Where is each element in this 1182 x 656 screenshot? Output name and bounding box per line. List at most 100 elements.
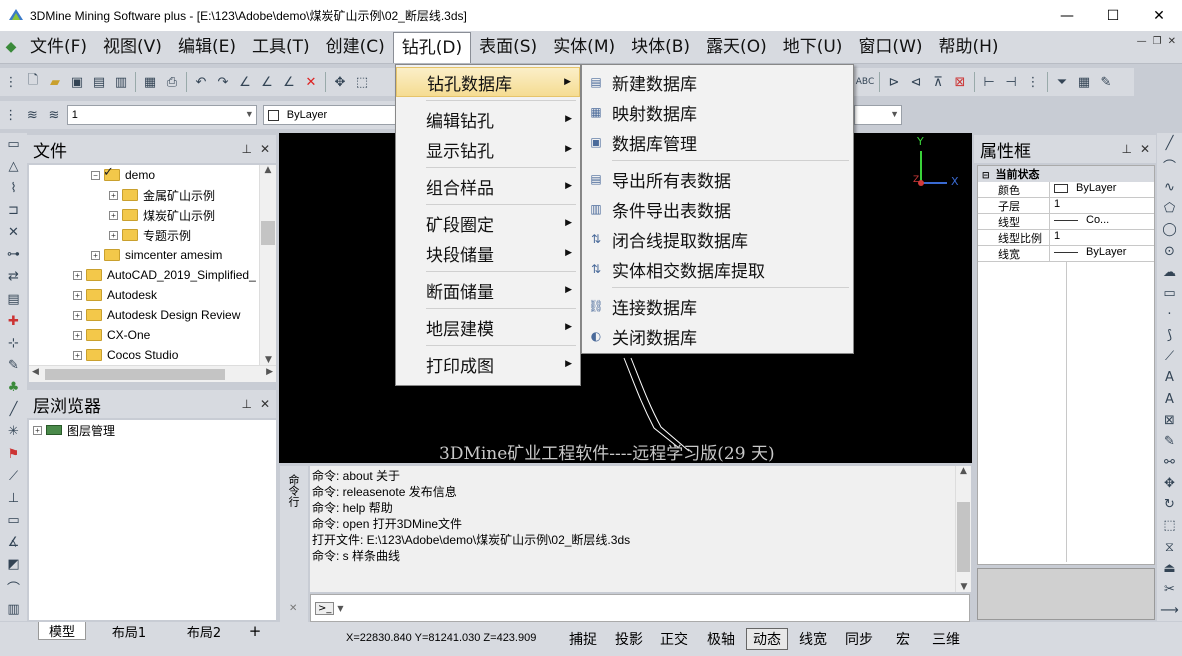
- align-left-icon[interactable]: ⊢: [979, 72, 999, 92]
- layer-select[interactable]: 1 ▼: [66, 105, 257, 125]
- save-as-icon[interactable]: ▤: [89, 72, 109, 92]
- grid-icon[interactable]: ▦: [1074, 72, 1094, 92]
- scroll-up-icon[interactable]: ▲: [260, 165, 276, 175]
- status-toggle-button[interactable]: 极轴: [701, 628, 741, 650]
- circle-icon[interactable]: ◯: [1160, 221, 1180, 238]
- align-right-icon[interactable]: ⊣: [1001, 72, 1021, 92]
- scale-icon[interactable]: ⬚: [1160, 517, 1180, 534]
- zoom-z-icon[interactable]: ∠: [279, 72, 299, 92]
- file-tree-hscrollbar[interactable]: ◀ ▶: [29, 365, 276, 382]
- rect-draw-icon[interactable]: ▭: [1160, 285, 1180, 302]
- minimize-button[interactable]: —: [1044, 0, 1090, 31]
- scroll-down-icon[interactable]: ▼: [260, 355, 277, 365]
- save-icon[interactable]: ▣: [67, 72, 87, 92]
- expand-icon[interactable]: +: [109, 190, 118, 200]
- command-close-icon[interactable]: ✕: [289, 603, 297, 614]
- tree-item[interactable]: + CX-One: [29, 325, 259, 345]
- menu-block[interactable]: 块体(B): [623, 32, 698, 63]
- collapse-icon[interactable]: −: [91, 170, 100, 180]
- drill-menu-item[interactable]: 组合样品 ▶: [396, 171, 580, 201]
- tree-item[interactable]: + simcenter amesim: [29, 245, 259, 265]
- menu-drill[interactable]: 钻孔(D): [392, 31, 472, 63]
- panel-close-icon[interactable]: ✕: [1140, 142, 1150, 156]
- property-value[interactable]: ByLayer: [1050, 246, 1154, 261]
- menu-edit[interactable]: 编辑(E): [170, 32, 244, 63]
- property-value[interactable]: 1: [1050, 230, 1154, 245]
- tree-item[interactable]: + AutoCAD_2019_Simplified_: [29, 265, 259, 285]
- scroll-down-icon[interactable]: ▼: [956, 582, 972, 592]
- file-tree-scrollbar[interactable]: ▲ ▼: [259, 165, 276, 365]
- ellipse-icon[interactable]: ⊙: [1160, 243, 1180, 260]
- hatch-icon[interactable]: ⊠: [1160, 412, 1180, 429]
- maximize-button[interactable]: ☐: [1090, 0, 1136, 31]
- pin-icon[interactable]: ⊥: [241, 142, 251, 156]
- drill-menu-item[interactable]: 打印成图 ▶: [396, 349, 580, 379]
- brush-icon[interactable]: ✎: [1096, 72, 1116, 92]
- rotate-icon[interactable]: ↻: [1160, 496, 1180, 513]
- db-submenu-item[interactable]: ⛓ 连接数据库: [582, 291, 853, 321]
- expand-icon[interactable]: +: [73, 270, 82, 280]
- nodes-icon[interactable]: ⚯: [1160, 454, 1180, 471]
- table-icon[interactable]: ▤: [4, 290, 24, 308]
- tree-item[interactable]: + 金属矿山示例: [29, 185, 259, 205]
- property-row[interactable]: 子层 1: [978, 198, 1154, 214]
- expand-icon[interactable]: +: [33, 425, 42, 435]
- print-icon[interactable]: ⎙: [162, 72, 182, 92]
- tree-item[interactable]: + 煤炭矿山示例: [29, 205, 259, 225]
- menu-file[interactable]: 文件(F): [22, 32, 95, 63]
- mirror-tool-icon[interactable]: ⧖: [1160, 539, 1180, 556]
- scroll-left-icon[interactable]: ◀: [32, 367, 39, 377]
- angle-icon[interactable]: ∡: [4, 534, 24, 552]
- scroll-up-icon[interactable]: ▲: [956, 466, 971, 476]
- save-all-icon[interactable]: ▥: [111, 72, 131, 92]
- status-toggle-button[interactable]: 动态: [746, 628, 788, 650]
- cross-icon[interactable]: ✕: [4, 224, 24, 242]
- arrows-icon[interactable]: ⇄: [4, 268, 24, 286]
- measure-icon[interactable]: ⊥: [4, 489, 24, 507]
- add-tab-icon[interactable]: +: [246, 622, 264, 640]
- section-icon[interactable]: ▥: [4, 601, 24, 619]
- menu-underground[interactable]: 地下(U): [775, 32, 851, 63]
- offset-icon[interactable]: ⊐: [4, 201, 24, 219]
- redo-icon[interactable]: ↷: [213, 72, 233, 92]
- move-icon[interactable]: ✥: [1160, 475, 1180, 492]
- layer-stack-icon[interactable]: ≋: [44, 105, 64, 125]
- profile-icon[interactable]: ⌒: [4, 578, 24, 597]
- db-submenu-item[interactable]: ▥ 条件导出表数据: [582, 194, 853, 224]
- spline-icon[interactable]: ∿: [1160, 179, 1180, 196]
- command-input[interactable]: >_ ▼: [310, 594, 970, 622]
- trim-tool-icon[interactable]: ✂: [1160, 581, 1180, 598]
- status-toggle-button[interactable]: 捕捉: [562, 628, 604, 650]
- fill-icon[interactable]: ◩: [4, 556, 24, 574]
- slope-icon[interactable]: ⟋: [4, 467, 24, 485]
- zoom-window-icon[interactable]: ⬚: [352, 72, 372, 92]
- expand-icon[interactable]: +: [73, 290, 82, 300]
- marker-icon[interactable]: ✚: [4, 312, 24, 330]
- color-select[interactable]: ByLayer: [262, 105, 400, 125]
- linetype-select-tail[interactable]: ▼: [854, 105, 902, 125]
- trim-icon[interactable]: ⊼: [928, 72, 948, 92]
- drill-menu-item[interactable]: 地层建模 ▶: [396, 312, 580, 342]
- cloud-icon[interactable]: ☁: [1160, 264, 1180, 281]
- drill-menu-item[interactable]: 矿段圈定 ▶: [396, 208, 580, 238]
- drill-menu-item[interactable]: 编辑钻孔 ▶: [396, 104, 580, 134]
- status-toggle-button[interactable]: 线宽: [793, 628, 833, 650]
- property-value[interactable]: ByLayer: [1050, 182, 1154, 197]
- point-icon[interactable]: ·: [1160, 306, 1180, 323]
- ruler-icon[interactable]: ⊶: [4, 246, 24, 264]
- db-submenu-item[interactable]: ▦ 映射数据库: [582, 97, 853, 127]
- db-submenu-item[interactable]: ⇅ 实体相交数据库提取: [582, 254, 853, 284]
- status-toggle-button[interactable]: 正交: [654, 628, 694, 650]
- node-icon[interactable]: ⊹: [4, 334, 24, 352]
- pin-icon[interactable]: ⊥: [1121, 142, 1131, 156]
- hscroll-thumb[interactable]: [45, 369, 225, 380]
- zoom-y-icon[interactable]: ∠: [257, 72, 277, 92]
- array-icon[interactable]: ⏏: [1160, 560, 1180, 577]
- zoom-x-icon[interactable]: ∠: [235, 72, 255, 92]
- db-submenu-item[interactable]: ▤ 导出所有表数据: [582, 164, 853, 194]
- tree-item[interactable]: + Cocos Studio: [29, 345, 259, 365]
- triangle-icon[interactable]: △: [4, 157, 24, 175]
- drill-menu-item[interactable]: 块段储量 ▶: [396, 238, 580, 268]
- tab-model[interactable]: 模型: [38, 622, 86, 640]
- box-icon[interactable]: ▭: [4, 511, 24, 529]
